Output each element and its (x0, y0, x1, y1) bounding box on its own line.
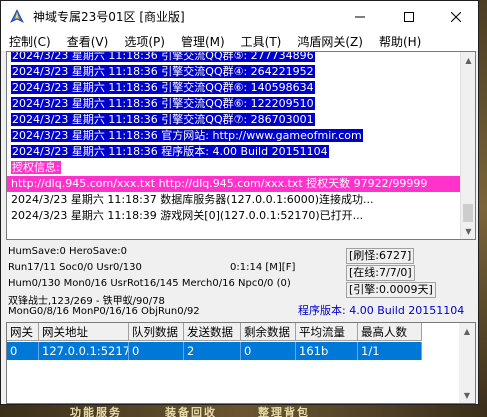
table-scrollbar[interactable]: ▲ ▼ (459, 323, 475, 403)
log-line: 2024/3/23 星期六 11:18:36 官方网站: http://www.… (7, 128, 461, 144)
engine-time: [引擎:0.0009天] (346, 282, 436, 298)
refresh-count: [刷怪:6727] (346, 248, 415, 264)
log-line-text: 2024/3/23 星期六 11:18:36 引擎交流QQ群⑥: 1405986… (11, 81, 315, 94)
table-cell: 127.0.0.1:52170 (39, 342, 129, 360)
menu-manage[interactable]: 管理(M) (181, 33, 225, 50)
column-header[interactable]: 发送数据 (184, 323, 241, 341)
menu-help[interactable]: 帮助(H) (379, 33, 421, 50)
column-header[interactable]: 剩余数据 (241, 323, 296, 341)
menu-options[interactable]: 选项(P) (124, 33, 165, 50)
column-header[interactable]: 网关地址 (39, 323, 129, 341)
column-header[interactable]: 平均流量 (296, 323, 358, 341)
log-line: 2024/3/23 星期六 11:18:36 引擎交流QQ群⑥: 1222095… (7, 96, 461, 112)
background-right-edge (478, 0, 487, 417)
log-line: 2024/3/23 星期六 11:18:39 游戏网关[0](127.0.0.1… (7, 208, 461, 224)
log-line-text: 授权信息: (11, 161, 61, 174)
log-lines: 2024/3/23 星期六 11:18:36 引擎交流QQ群⑤: 2777348… (7, 51, 465, 224)
table-cell: 0 (7, 342, 39, 360)
log-line-text: 2024/3/23 星期六 11:18:36 引擎交流QQ群⑦: 2867030… (11, 113, 315, 126)
window-title: 神域专属23号01区 [商业版] (33, 10, 185, 24)
gateway-table: 网关 网关地址 队列数据 发送数据 剩余数据 平均流量 最高人数 0 127.0.0.1:52… (6, 322, 476, 404)
background-bottom-strip: 功能服务 装备回收 整理背包 (0, 405, 487, 417)
background-label: 功能服务 (70, 406, 122, 417)
table-header: 网关 网关地址 队列数据 发送数据 剩余数据 平均流量 最高人数 (7, 323, 422, 341)
table-cell: 1/1 (358, 342, 422, 360)
log-line-text: 2024/3/23 星期六 11:18:36 引擎交流QQ群⑤: 2777348… (11, 51, 315, 62)
log-line: 2024/3/23 星期六 11:18:36 引擎交流QQ群⑤: 2777348… (7, 51, 461, 64)
online-count: [在线:7/7/0] (346, 265, 415, 281)
status-monster: 双锋战士,123/269 - 铁甲蚁/90/78 (8, 296, 165, 307)
menu-bar: 控制(C) 查看(V) 选项(P) 管理(M) 工具(T) 鸿盾网关(Z) 帮助… (1, 32, 478, 52)
log-line: 2024/3/23 星期六 11:18:36 引擎交流QQ群④: 2642219… (7, 64, 461, 80)
background-label: 装备回收 (165, 406, 217, 417)
scroll-down-icon[interactable]: ▼ (461, 223, 475, 239)
minimize-button[interactable] (337, 1, 383, 32)
scroll-thumb[interactable] (463, 204, 473, 222)
status-timer: 0:1:14 [M][F] (230, 262, 296, 273)
log-line-text: 2024/3/23 星期六 11:18:36 官方网站: http://www.… (11, 129, 363, 142)
column-header[interactable]: 队列数据 (129, 323, 184, 341)
scroll-up-icon[interactable]: ▲ (459, 323, 475, 339)
log-line-text: 2024/3/23 星期六 11:18:39 游戏网关[0](127.0.0.1… (11, 209, 364, 222)
column-header[interactable]: 最高人数 (358, 323, 422, 341)
status-panel: HumSave:0 HeroSave:0 Run17/11 Soc0/0 Usr… (6, 242, 476, 320)
log-scrollbar[interactable]: ▲ ▼ (460, 52, 475, 239)
background-label: 整理背包 (258, 406, 310, 417)
log-line: 2024/3/23 星期六 11:18:36 程序版本: 4.00 Build … (7, 144, 461, 160)
table-cell: 0 (129, 342, 184, 360)
maximize-icon (404, 11, 414, 22)
log-line-text: 2024/3/23 星期六 11:18:36 程序版本: 4.00 Build … (11, 145, 329, 158)
title-bar[interactable]: 神域专属23号01区 [商业版] (1, 1, 478, 32)
maximize-button[interactable] (386, 1, 432, 32)
menu-tools[interactable]: 工具(T) (241, 33, 282, 50)
log-line-text: 2024/3/23 星期六 11:18:36 引擎交流QQ群④: 2642219… (11, 65, 315, 78)
menu-gateway[interactable]: 鸿盾网关(Z) (297, 33, 363, 50)
status-objrun: MonG0/8/16 MonP0/16/16 ObjRun0/92 (8, 306, 200, 317)
close-button[interactable] (433, 1, 479, 32)
table-cell: 0 (241, 342, 296, 360)
close-icon (451, 11, 461, 22)
log-line-text: 2024/3/23 星期六 11:18:36 引擎交流QQ群⑥: 1222095… (11, 97, 315, 110)
table-cell: 2 (184, 342, 241, 360)
log-output[interactable]: 2024/3/23 星期六 11:18:36 引擎交流QQ群⑤: 2777348… (6, 51, 476, 240)
app-icon (9, 8, 25, 25)
status-save: HumSave:0 HeroSave:0 (8, 246, 128, 257)
scroll-down-icon[interactable]: ▼ (459, 387, 475, 403)
scroll-up-icon[interactable]: ▲ (461, 52, 475, 68)
log-line: 授权信息: (7, 160, 461, 176)
program-version: 程序版本: 4.00 Build 20151104 (298, 304, 465, 317)
table-cell: 161b (296, 342, 358, 360)
log-line: 2024/3/23 星期六 11:18:36 引擎交流QQ群⑥: 1405986… (7, 80, 461, 96)
log-line-text: 2024/3/23 星期六 11:18:37 数据库服务器(127.0.0.1:… (11, 193, 374, 206)
log-line-text: http://dlq.945.com/xxx.txt http://dlq.94… (11, 177, 428, 190)
menu-view[interactable]: 查看(V) (67, 33, 109, 50)
log-line: 2024/3/23 星期六 11:18:37 数据库服务器(127.0.0.1:… (7, 192, 461, 208)
status-run: Run17/11 Soc0/0 Usr0/130 (8, 262, 142, 273)
table-row[interactable]: 0 127.0.0.1:52170 0 2 0 161b 1/1 (7, 342, 422, 360)
menu-control[interactable]: 控制(C) (9, 33, 51, 50)
log-line: http://dlq.945.com/xxx.txt http://dlq.94… (7, 176, 465, 192)
log-line: 2024/3/23 星期六 11:18:36 引擎交流QQ群⑦: 2867030… (7, 112, 461, 128)
column-header[interactable]: 网关 (7, 323, 39, 341)
status-hum: Hum0/130 Mon0/16 UsrRot16/145 Merch0/16 … (8, 278, 291, 289)
minimize-icon (355, 16, 365, 17)
